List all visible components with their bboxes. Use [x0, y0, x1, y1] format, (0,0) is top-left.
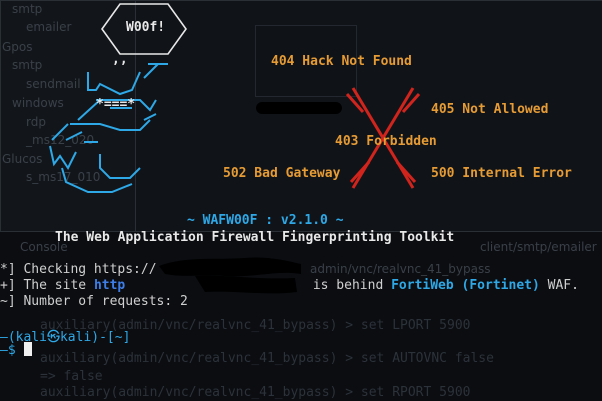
background-tab: admin/vnc/realvnc_41_bypass: [310, 262, 491, 276]
background-msf-line: auxiliary(admin/vnc/realvnc_41_bypass) >…: [40, 385, 471, 400]
woof-label: W00f!: [126, 20, 166, 35]
result-mid-text: is behind: [305, 278, 392, 293]
error-code-500: 500 Internal Error: [431, 166, 572, 181]
shell-prompt: —$: [0, 343, 24, 358]
svg-text:*===*: *===*: [96, 97, 135, 112]
background-sidebar-item: emailer: [26, 20, 72, 34]
waf-name: FortiWeb (Fortinet): [391, 278, 540, 293]
output-prefix: *]: [0, 262, 16, 277]
error-code-404: 404 Hack Not Found: [271, 54, 412, 69]
target-url[interactable]: http: [94, 278, 125, 293]
terminal-cursor[interactable]: [24, 342, 32, 356]
output-line-result: +] The site http: [0, 278, 125, 293]
checking-text: Checking https://: [15, 262, 157, 277]
dog-ascii-art: *===*: [49, 63, 168, 193]
censor-mark: [256, 102, 342, 114]
background-sidebar-item: smtp: [12, 58, 43, 72]
background-tab: client/smtp/emailer: [480, 240, 597, 254]
background-msf-line: => false: [40, 369, 103, 384]
background-sidebar-item: smtp: [12, 2, 43, 16]
result-text: The site: [15, 278, 94, 293]
redaction-scribble: [159, 257, 301, 294]
version-line: ~ WAFW00F : v2.1.0 ~: [187, 213, 344, 228]
error-code-502: 502 Bad Gateway: [223, 166, 341, 181]
error-code-403: 403 Forbidden: [335, 134, 437, 149]
background-sidebar-item: Gpos: [2, 40, 33, 54]
error-code-405: 405 Not Allowed: [431, 102, 549, 117]
background-msf-line: auxiliary(admin/vnc/realvnc_41_bypass) >…: [40, 351, 494, 366]
output-prefix: ~]: [0, 294, 16, 309]
output-prefix: +]: [0, 278, 16, 293]
output-line-result-tail: is behind FortiWeb (Fortinet) WAF.: [305, 278, 579, 293]
output-line-checking: *] Checking https://: [0, 262, 157, 277]
result-end-text: WAF.: [539, 278, 579, 293]
background-sidebar-item: Glucos: [2, 152, 43, 166]
banner-subtitle: The Web Application Firewall Fingerprint…: [55, 230, 455, 245]
